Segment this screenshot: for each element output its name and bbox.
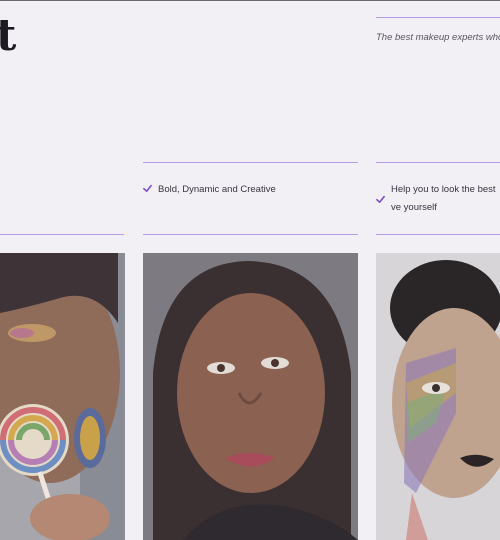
feature-item-2: Help you to look the best ve yourself — [376, 181, 496, 217]
portrait-photo-lollipop — [0, 253, 125, 540]
check-icon — [143, 184, 152, 193]
feature-label: Bold, Dynamic and Creative — [158, 184, 276, 195]
portrait-photo-rainbow — [376, 253, 500, 540]
divider-tagline — [376, 17, 500, 18]
top-border — [0, 0, 500, 1]
page-heading: t — [0, 10, 17, 61]
divider-feature-2-top — [376, 162, 500, 163]
divider-feature-1-top — [143, 162, 358, 163]
tagline-text: The best makeup experts who u — [376, 32, 500, 43]
feature-item-1: Bold, Dynamic and Creative — [143, 181, 358, 199]
feature-label: Help you to look the best ve yourself — [391, 184, 496, 213]
divider-bottom-3 — [376, 234, 500, 235]
portrait-photo-woman — [143, 253, 358, 540]
divider-bottom-1 — [0, 234, 124, 235]
check-icon — [376, 195, 385, 204]
divider-bottom-2 — [143, 234, 358, 235]
